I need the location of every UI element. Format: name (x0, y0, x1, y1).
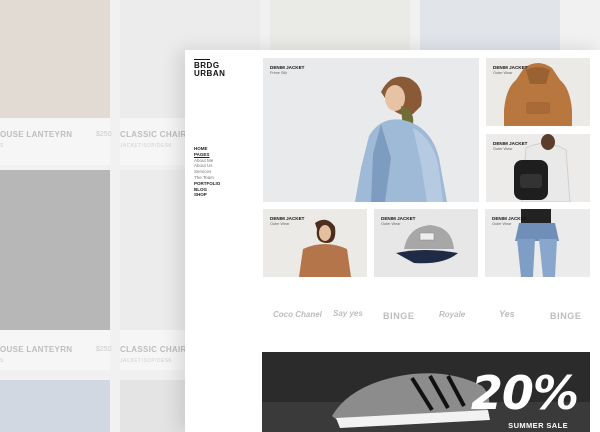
summer-sale-banner[interactable]: 20% SUMMER SALE (262, 352, 590, 432)
sale-label: SUMMER SALE (508, 421, 568, 430)
bg-product-image (120, 380, 185, 432)
bg-card-price: $250 (96, 131, 112, 138)
nav-portfolio[interactable]: PORTFOLIO (194, 181, 220, 187)
bg-card-category: JACKET/SOP/DESK (120, 143, 173, 149)
bg-card-title: CLASSIC CHAIR (120, 345, 187, 354)
bg-card (270, 0, 410, 50)
product-subtitle: Prime Silk (270, 71, 288, 75)
product-tile-cap[interactable]: DENIM JACKET Outer Wear (374, 209, 478, 277)
hero-product-image (355, 76, 447, 202)
brand-logo[interactable]: BRDG URBAN (194, 59, 225, 78)
product-tile-hoodie[interactable]: DENIM JACKET Outer Wear (486, 58, 590, 126)
bg-card-title: CLASSIC CHAIR (120, 130, 187, 139)
brand-logos-row: Coco Chanel Say yes BINGE Royale Yes BIN… (263, 308, 593, 332)
product-tile-sweater[interactable]: DENIM JACKET Outer Wear (263, 209, 367, 277)
logo-line-2: URBAN (194, 69, 226, 78)
product-subtitle: Outer Wear (492, 222, 512, 226)
bg-card-price: $250 (96, 346, 112, 353)
bg-product-image (420, 0, 560, 50)
discount-percent: 20% (470, 366, 579, 420)
bg-card-category: JACKET/SOP/DESK (120, 358, 173, 364)
side-navigation: HOME PAGES About Me About Us Services Th… (194, 146, 220, 198)
bg-product-image (0, 170, 110, 330)
brand-logo-binge[interactable]: BINGE (383, 311, 415, 321)
bg-card-title: OUSE LANTEYRN (0, 345, 73, 354)
product-tile-jeans[interactable]: DENIM JACKET Outer Wear (485, 209, 590, 277)
bg-product-image (0, 0, 110, 118)
bg-card-category: S (0, 143, 4, 149)
product-title: DENIM JACKET (381, 216, 416, 221)
bg-card: OUSE LANTEYRN $250 S (0, 0, 112, 165)
brand-logo-royale[interactable]: Royale (439, 310, 465, 319)
bg-card-title: OUSE LANTEYRN (0, 130, 73, 139)
bg-product-image (0, 380, 110, 432)
bg-card (420, 0, 560, 50)
brand-logo-binge-2[interactable]: BINGE (550, 311, 582, 321)
website-window: BRDG URBAN HOME PAGES About Me About Us … (185, 50, 600, 432)
bg-card-category: S (0, 358, 4, 364)
product-title: DENIM JACKET (270, 65, 305, 70)
logo-bar (194, 59, 210, 60)
bg-card: OUSE LANTEYRN $250 S (0, 170, 112, 370)
product-title: DENIM JACKET (493, 141, 528, 146)
product-subtitle: Outer Wear (381, 222, 401, 226)
brand-logo-yes[interactable]: Yes (499, 309, 515, 319)
brand-logo-coco-chanel[interactable]: Coco Chanel (273, 310, 322, 319)
bg-card (120, 380, 185, 432)
product-tile-backpack[interactable]: DENIM JACKET Outer Wear (486, 134, 590, 202)
product-title: DENIM JACKET (492, 216, 527, 221)
bg-card (0, 380, 110, 432)
bg-product-image (270, 0, 410, 50)
product-title: DENIM JACKET (493, 65, 528, 70)
product-title: DENIM JACKET (270, 216, 305, 221)
product-subtitle: Outer Wear (270, 222, 290, 226)
bg-product-image (120, 170, 185, 330)
bg-card: CLASSIC CHAIR JACKET/SOP/DESK (120, 170, 187, 370)
product-tile-hero[interactable]: DENIM JACKET Prime Silk (263, 58, 479, 202)
product-subtitle: Outer Wear (493, 71, 513, 75)
product-subtitle: Outer Wear (493, 147, 513, 151)
nav-shop[interactable]: SHOP (194, 192, 220, 198)
brand-logo-say-yes[interactable]: Say yes (333, 309, 363, 318)
